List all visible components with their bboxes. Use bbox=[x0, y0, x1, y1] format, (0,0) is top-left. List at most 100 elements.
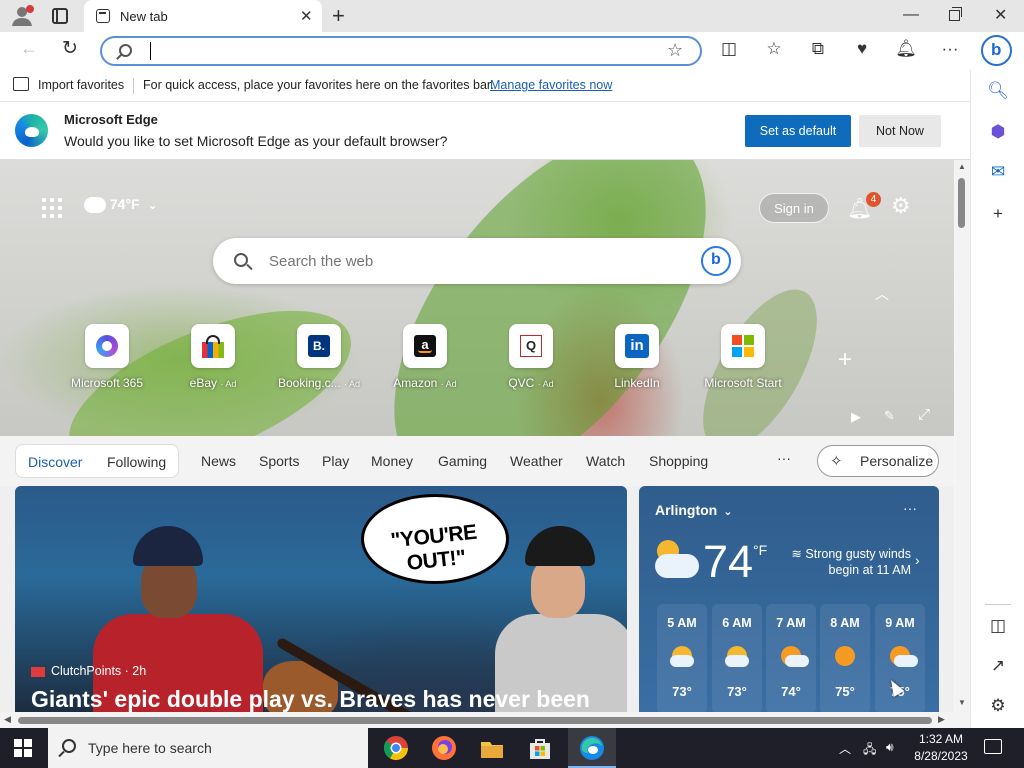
article-title[interactable]: Giants' epic double play vs. Braves has … bbox=[31, 686, 621, 712]
more-options-icon[interactable]: ··· bbox=[903, 500, 917, 516]
browser-essentials-icon[interactable]: ♥ bbox=[850, 39, 874, 59]
weather-location[interactable]: Arlington ⌄ bbox=[655, 502, 732, 518]
article-card[interactable]: "YOU'RE OUT!" ClutchPoints · 2h Giants' … bbox=[15, 486, 627, 712]
more-tabs-button[interactable]: ··· bbox=[777, 450, 791, 466]
tile-qvc[interactable]: Q QVC · Ad bbox=[476, 324, 586, 390]
expand-icon[interactable]: ⤢ bbox=[918, 406, 930, 423]
gear-icon[interactable]: ⚙ bbox=[986, 696, 1010, 716]
sidebar-toggle-icon[interactable]: ◫ bbox=[986, 616, 1010, 636]
web-search-input[interactable] bbox=[269, 250, 689, 272]
notifications-icon[interactable]: 🔔︎ bbox=[894, 39, 918, 59]
open-external-icon[interactable]: ↗ bbox=[986, 656, 1010, 676]
weather-mini-widget[interactable]: 74°F ⌄ bbox=[84, 191, 158, 214]
tile-microsoft-365[interactable]: Microsoft 365 bbox=[52, 324, 162, 390]
tab-discover[interactable]: Discover bbox=[28, 454, 82, 470]
taskbar-search[interactable]: Type here to search bbox=[48, 728, 368, 768]
chevron-down-icon: ⌄ bbox=[723, 506, 733, 518]
firefox-icon[interactable] bbox=[430, 734, 458, 762]
edit-background-icon[interactable]: ✎ bbox=[884, 408, 895, 424]
microsoft-store-icon[interactable] bbox=[526, 734, 554, 762]
restore-button[interactable] bbox=[949, 7, 962, 21]
more-menu-icon[interactable]: ··· bbox=[938, 39, 962, 59]
moon-cloud-icon bbox=[670, 646, 694, 668]
favorites-icon[interactable]: ☆ bbox=[762, 39, 786, 59]
copilot-icon: b bbox=[991, 40, 1002, 59]
horizontal-scrollbar[interactable]: ◀ ▶ bbox=[0, 712, 970, 728]
tab-shopping[interactable]: Shopping bbox=[649, 453, 708, 469]
close-window-button[interactable]: ✕ bbox=[994, 5, 1007, 25]
personalize-icon: ✧ bbox=[830, 453, 843, 470]
back-button[interactable]: ← bbox=[20, 38, 38, 59]
manage-favorites-link[interactable]: Manage favorites now bbox=[490, 78, 612, 92]
chevron-up-icon[interactable]: ︿ bbox=[839, 740, 851, 757]
workspaces-icon[interactable] bbox=[52, 8, 68, 24]
file-explorer-icon[interactable] bbox=[478, 734, 506, 762]
vertical-scrollbar[interactable]: ▲ ▼ bbox=[955, 160, 969, 712]
notification-center-icon[interactable] bbox=[984, 739, 1002, 754]
divider bbox=[985, 604, 1011, 605]
scroll-down-icon[interactable]: ▼ bbox=[958, 698, 966, 707]
scroll-left-icon[interactable]: ◀ bbox=[4, 714, 11, 725]
search-icon[interactable]: 🔍︎ bbox=[986, 81, 1010, 101]
add-shortcut-button[interactable]: + bbox=[838, 346, 852, 374]
not-now-button[interactable]: Not Now bbox=[859, 115, 941, 147]
speech-bubble: "YOU'RE OUT!" bbox=[361, 494, 509, 584]
scroll-right-icon[interactable]: ▶ bbox=[938, 714, 945, 725]
weather-alert[interactable]: ≋ Strong gusty winds begin at 11 AM bbox=[787, 546, 911, 578]
booking-icon: B. bbox=[297, 324, 341, 368]
network-icon[interactable]: 🖧︎ bbox=[863, 740, 876, 761]
set-as-default-button[interactable]: Set as default bbox=[745, 115, 851, 147]
address-bar[interactable]: ☆ bbox=[100, 36, 702, 66]
tab-sports[interactable]: Sports bbox=[259, 453, 299, 469]
close-tab-icon[interactable]: ✕ bbox=[300, 7, 313, 25]
text-caret bbox=[150, 42, 151, 60]
scroll-thumb[interactable] bbox=[958, 178, 965, 228]
scroll-thumb[interactable] bbox=[18, 717, 932, 724]
add-favorite-icon[interactable]: ☆ bbox=[667, 40, 683, 61]
clock[interactable]: 1:32 AM 8/28/2023 bbox=[906, 731, 976, 765]
copilot-icon[interactable]: b bbox=[701, 246, 731, 276]
tab-play[interactable]: Play bbox=[322, 453, 349, 469]
add-app-icon[interactable]: + bbox=[986, 204, 1010, 224]
address-input[interactable] bbox=[146, 41, 646, 61]
collections-icon[interactable]: ⧉ bbox=[806, 39, 830, 59]
new-tab-button[interactable]: + bbox=[332, 3, 345, 29]
sign-in-button[interactable]: Sign in bbox=[759, 193, 829, 223]
windows-start-icon[interactable] bbox=[14, 739, 32, 757]
gear-icon[interactable]: ⚙ bbox=[891, 193, 911, 219]
copilot-button[interactable]: b bbox=[981, 35, 1012, 66]
volume-icon[interactable]: 🔊︎ bbox=[886, 740, 894, 755]
chrome-icon[interactable] bbox=[382, 734, 410, 762]
tab-money[interactable]: Money bbox=[371, 453, 413, 469]
minimize-button[interactable]: — bbox=[903, 6, 919, 24]
search-icon bbox=[234, 253, 248, 267]
article-image-player bbox=[495, 526, 627, 712]
chevron-right-icon[interactable]: › bbox=[915, 552, 920, 568]
tile-booking[interactable]: B. Booking.c... · Ad bbox=[264, 324, 374, 390]
web-search-box[interactable]: b bbox=[213, 238, 741, 284]
tile-linkedin[interactable]: in LinkedIn bbox=[582, 324, 692, 390]
chevron-up-icon[interactable]: ︿ bbox=[875, 284, 889, 304]
play-icon[interactable]: ▶ bbox=[851, 409, 861, 425]
clutchpoints-logo-icon bbox=[31, 666, 45, 677]
tab-news[interactable]: News bbox=[201, 453, 236, 469]
import-favorites-button[interactable]: Import favorites bbox=[38, 78, 124, 92]
tile-microsoft-start[interactable]: Microsoft Start bbox=[688, 324, 798, 390]
tile-label: QVC · Ad bbox=[508, 376, 554, 390]
profile-icon[interactable] bbox=[10, 4, 36, 28]
microsoft-365-icon[interactable]: ⬢ bbox=[986, 122, 1010, 142]
tab-watch[interactable]: Watch bbox=[586, 453, 625, 469]
refresh-button[interactable]: ↻ bbox=[62, 37, 78, 60]
tab-weather[interactable]: Weather bbox=[510, 453, 563, 469]
tab-new-tab[interactable]: New tab ✕ bbox=[84, 0, 322, 32]
tile-ebay[interactable]: eBay · Ad bbox=[158, 324, 268, 390]
edge-icon[interactable] bbox=[578, 734, 606, 762]
tab-following[interactable]: Following bbox=[107, 454, 166, 470]
tab-gaming[interactable]: Gaming bbox=[438, 453, 487, 469]
apps-grid-icon[interactable] bbox=[42, 198, 62, 218]
tile-amazon[interactable]: a Amazon · Ad bbox=[370, 324, 480, 390]
scroll-up-icon[interactable]: ▲ bbox=[958, 162, 966, 171]
outlook-icon[interactable]: ✉ bbox=[986, 162, 1010, 182]
personalize-button[interactable]: ✧ Personalize bbox=[817, 445, 939, 477]
split-screen-icon[interactable]: ◫ bbox=[717, 39, 741, 59]
